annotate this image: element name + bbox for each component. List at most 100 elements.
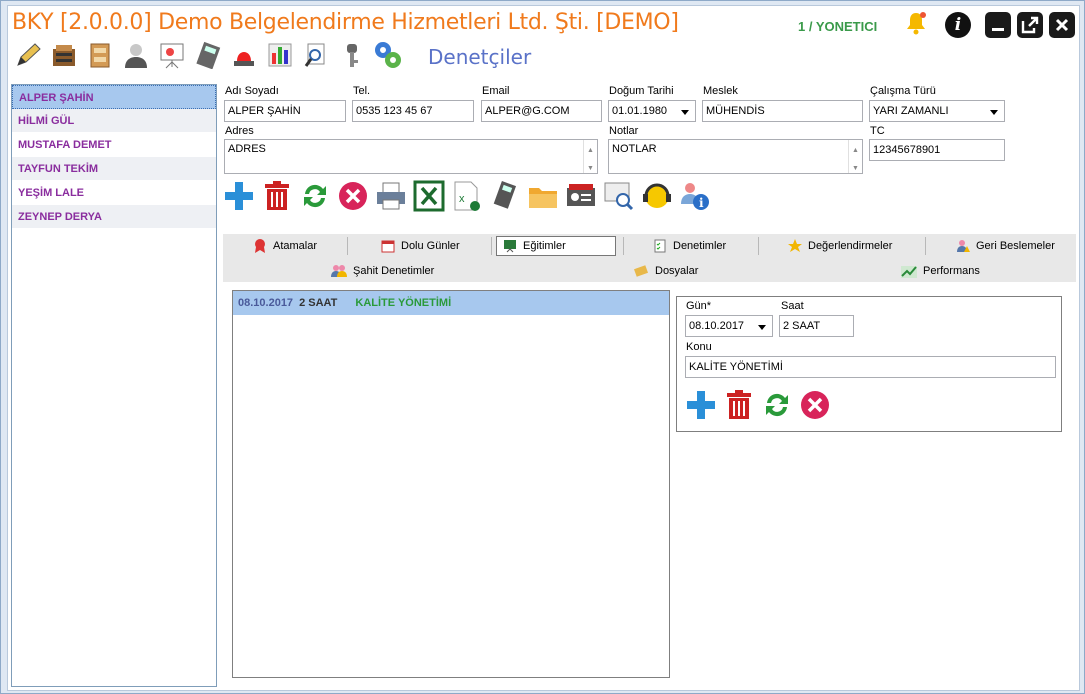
add-icon[interactable] — [223, 180, 255, 212]
address-field[interactable]: ADRES ▲ ▼ — [224, 139, 598, 174]
notes-value: NOTLAR — [612, 143, 657, 155]
trend-chart-icon — [901, 266, 917, 278]
bell-icon[interactable] — [904, 10, 928, 36]
tab-dosyalar[interactable]: Dosyalar — [633, 261, 698, 281]
ribbon-icon — [255, 239, 265, 253]
calendar-icon — [381, 240, 395, 253]
day-label: Gün* — [686, 300, 712, 312]
close-button[interactable] — [1049, 12, 1075, 38]
training-detail-panel: Gün* 08.10.2017 Saat 2 SAAT Konu KALİTE … — [676, 296, 1062, 432]
window-title: BKY [2.0.0.0] Demo Belgelendirme Hizmetl… — [12, 10, 679, 35]
auditor-list: ALPER ŞAHİN HİLMİ GÜL MUSTAFA DEMET TAYF… — [11, 84, 217, 687]
tab-degerlendirmeler[interactable]: Değerlendirmeler — [788, 236, 892, 256]
tel-field[interactable]: 0535 123 45 67 — [352, 100, 474, 122]
person-icon[interactable] — [120, 39, 152, 71]
tel-label: Tel. — [353, 85, 371, 97]
tab-label: Denetimler — [673, 240, 727, 252]
drawer-icon[interactable] — [84, 39, 116, 71]
support-icon[interactable] — [641, 180, 673, 212]
address-value: ADRES — [228, 143, 266, 155]
tab-label: Atamalar — [273, 240, 318, 252]
pen-icon[interactable] — [12, 39, 44, 71]
delete-icon[interactable] — [723, 389, 755, 421]
topic-field[interactable]: KALİTE YÖNETİMİ — [685, 356, 1056, 378]
delete-icon[interactable] — [261, 180, 293, 212]
info-icon[interactable]: i — [945, 12, 971, 38]
list-item[interactable]: ZEYNEP DERYA — [12, 205, 216, 229]
print-icon[interactable] — [375, 180, 407, 212]
topic-label: Konu — [686, 341, 712, 353]
current-user: 1 / YONETICI — [798, 19, 878, 34]
job-field[interactable]: MÜHENDİS — [702, 100, 863, 122]
birth-date-label: Doğum Tarihi — [609, 85, 674, 97]
star-icon — [788, 239, 802, 252]
tab-sahit-denetimler[interactable]: Şahit Denetimler — [331, 261, 434, 281]
key-icon[interactable] — [336, 39, 368, 71]
excel-export-icon[interactable]: x — [451, 180, 483, 212]
tab-geri-beslemeler[interactable]: Geri Beslemeler — [956, 236, 1055, 256]
address-label: Adres — [225, 125, 254, 137]
scrollbar[interactable]: ▲ ▼ — [848, 140, 862, 173]
tab-egitimler[interactable]: Eğitimler — [496, 236, 616, 256]
notes-label: Notlar — [609, 125, 639, 137]
bar-chart-icon[interactable] — [264, 39, 296, 71]
day-date-picker[interactable]: 08.10.2017 — [685, 315, 773, 337]
calculator-icon[interactable] — [489, 180, 521, 212]
gears-icon[interactable] — [372, 39, 404, 71]
tc-field[interactable]: 12345678901 — [869, 139, 1005, 161]
tab-denetimler[interactable]: Denetimler — [653, 236, 726, 256]
tab-performans[interactable]: Performans — [901, 261, 980, 281]
witness-icon — [331, 265, 347, 277]
table-row[interactable]: 08.10.2017 2 SAAT KALİTE YÖNETİMİ — [233, 291, 669, 315]
cancel-icon[interactable] — [337, 180, 369, 212]
job-label: Meslek — [703, 85, 738, 97]
email-field[interactable]: ALPER@G.COM — [481, 100, 602, 122]
search-message-icon[interactable] — [603, 180, 635, 212]
training-topic: KALİTE YÖNETİMİ — [355, 297, 452, 309]
training-list: 08.10.2017 2 SAAT KALİTE YÖNETİMİ — [232, 290, 670, 678]
refresh-icon[interactable] — [299, 180, 331, 212]
tab-label: Dolu Günler — [401, 240, 460, 252]
tab-label: Eğitimler — [523, 240, 566, 252]
tab-label: Performans — [923, 265, 980, 277]
list-item[interactable]: HİLMİ GÜL — [12, 109, 216, 133]
main-toolbar — [12, 38, 404, 72]
main-panel: BKY [2.0.0.0] Demo Belgelendirme Hizmetl… — [7, 5, 1080, 691]
notes-field[interactable]: NOTLAR ▲ ▼ — [608, 139, 863, 174]
worktype-select[interactable]: YARI ZAMANLI — [869, 100, 1005, 122]
popout-button[interactable] — [1017, 12, 1043, 38]
tab-label: Dosyalar — [655, 265, 699, 277]
teacher-board-icon — [504, 240, 516, 253]
action-toolbar: x i — [223, 180, 711, 212]
list-item[interactable]: TAYFUN TEKİM — [12, 157, 216, 181]
tab-atamalar[interactable]: Atamalar — [253, 236, 317, 256]
calculator-icon[interactable] — [192, 39, 224, 71]
folder-icon[interactable] — [527, 180, 559, 212]
training-date: 08.10.2017 — [238, 297, 294, 309]
excel-icon[interactable] — [413, 180, 445, 212]
birth-date-picker[interactable]: 01.01.1980 — [608, 100, 696, 122]
minimize-button[interactable] — [985, 12, 1011, 38]
cancel-icon[interactable] — [799, 389, 831, 421]
alarm-light-icon[interactable] — [228, 39, 260, 71]
presentation-icon[interactable] — [156, 39, 188, 71]
cabinet-icon[interactable] — [48, 39, 80, 71]
tab-label: Şahit Denetimler — [353, 265, 435, 277]
list-item[interactable]: MUSTAFA DEMET — [12, 133, 216, 157]
tab-dolu-gunler[interactable]: Dolu Günler — [381, 236, 460, 256]
scrollbar[interactable]: ▲ ▼ — [583, 140, 597, 173]
email-label: Email — [482, 85, 510, 97]
tab-label: Geri Beslemeler — [976, 240, 1055, 252]
files-icon — [633, 265, 649, 277]
refresh-icon[interactable] — [761, 389, 793, 421]
add-icon[interactable] — [685, 389, 717, 421]
name-field[interactable]: ALPER ŞAHİN — [224, 100, 346, 122]
user-info-icon[interactable]: i — [679, 180, 711, 212]
list-item[interactable]: ALPER ŞAHİN — [12, 85, 216, 109]
id-card-icon[interactable] — [565, 180, 597, 212]
list-item[interactable]: YEŞİM LALE — [12, 181, 216, 205]
document-search-icon[interactable] — [300, 39, 332, 71]
time-field[interactable]: 2 SAAT — [779, 315, 854, 337]
tab-bar: Atamalar Dolu Günler Eğitimler Denetimle… — [223, 234, 1076, 282]
page-title: Denetçiler — [428, 45, 532, 69]
